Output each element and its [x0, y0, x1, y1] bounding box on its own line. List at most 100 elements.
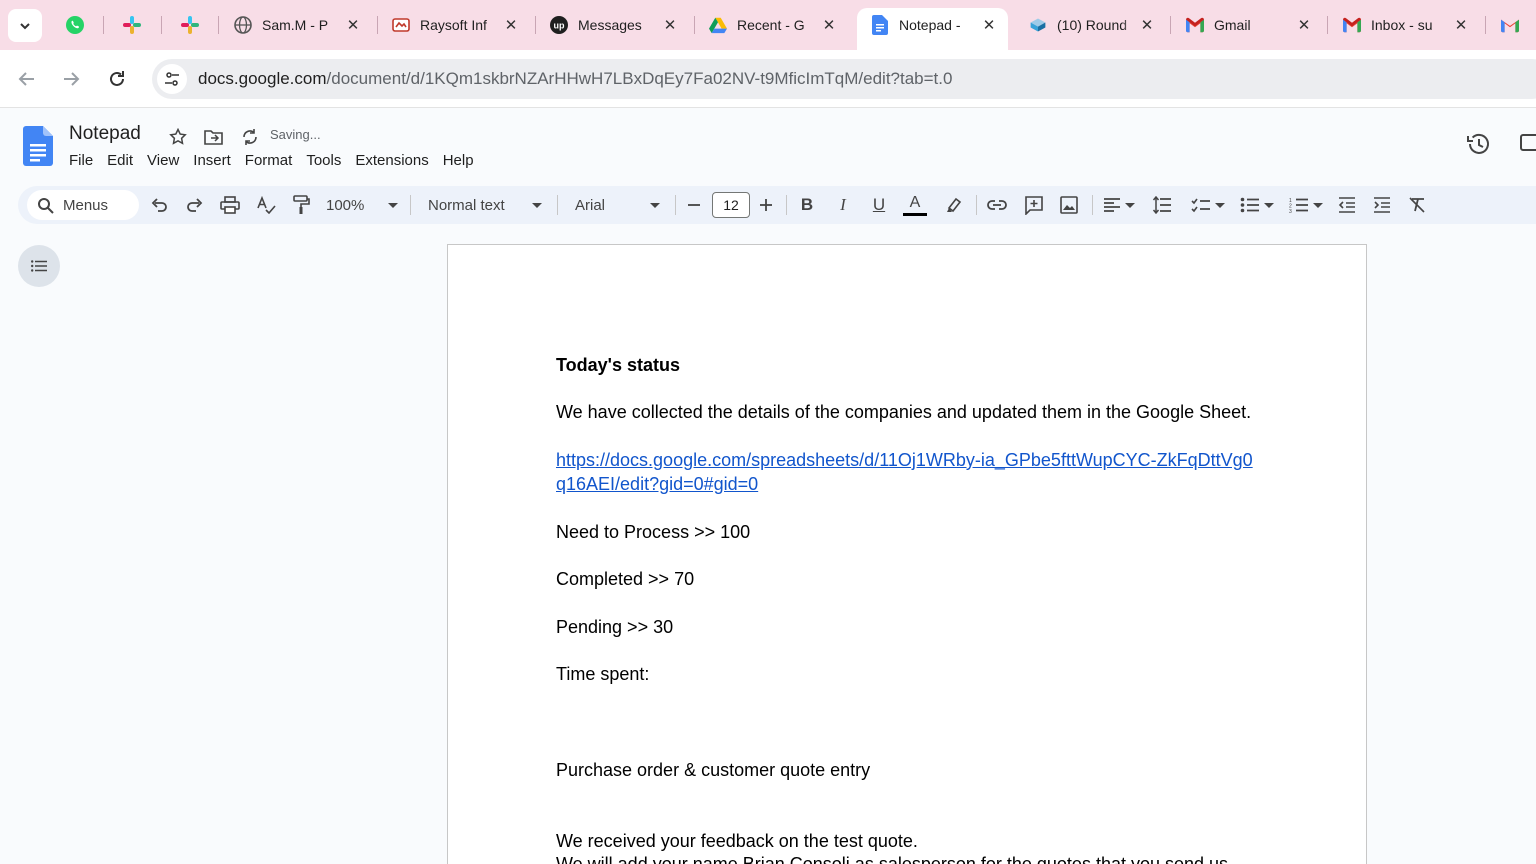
checklist-select[interactable] — [1188, 191, 1228, 219]
tab-title: Raysoft Inf — [420, 17, 487, 33]
globe-icon — [234, 16, 252, 34]
font-family-select[interactable]: Arial — [575, 191, 660, 219]
pinned-tab-whatsapp[interactable] — [52, 9, 98, 41]
highlight-color-button[interactable] — [943, 191, 965, 219]
add-comment-button[interactable] — [1023, 191, 1045, 219]
reload-icon — [110, 71, 124, 86]
line-spacing-button[interactable] — [1151, 191, 1173, 219]
bold-button[interactable]: B — [796, 191, 818, 219]
redo-button[interactable] — [184, 191, 206, 219]
menu-insert[interactable]: Insert — [187, 152, 237, 169]
paragraph-style-select[interactable]: Normal text — [428, 191, 542, 219]
star-button[interactable] — [167, 126, 189, 148]
reload-button[interactable] — [100, 62, 134, 96]
status-heading: Today's status — [556, 355, 680, 375]
print-button[interactable] — [219, 191, 241, 219]
text-color-icon: A — [909, 193, 921, 211]
link-icon — [987, 200, 1007, 210]
close-icon[interactable]: ✕ — [344, 16, 362, 34]
pinned-tab-slack-1[interactable] — [109, 9, 155, 41]
menu-bar: File Edit View Insert Format Tools Exten… — [69, 152, 482, 169]
document-title[interactable]: Notepad — [69, 123, 141, 145]
back-button[interactable] — [10, 62, 44, 96]
version-history-button[interactable] — [1465, 130, 1493, 158]
save-status: Saving... — [270, 127, 321, 142]
tab-gmail-partial[interactable] — [1487, 9, 1536, 41]
tab-title: Gmail — [1214, 17, 1251, 33]
insert-link-button[interactable] — [986, 191, 1008, 219]
menu-format[interactable]: Format — [239, 152, 299, 169]
tab-drive[interactable]: Recent - G ✕ — [695, 9, 848, 41]
document-outline-button[interactable] — [18, 245, 60, 287]
close-icon[interactable]: ✕ — [502, 16, 520, 34]
align-select[interactable] — [1101, 191, 1137, 219]
tab-round[interactable]: (10) Round ✕ — [1015, 9, 1166, 41]
insert-image-button[interactable] — [1058, 191, 1080, 219]
pinned-tab-slack-2[interactable] — [167, 9, 213, 41]
menu-tools[interactable]: Tools — [300, 152, 347, 169]
clear-formatting-button[interactable] — [1406, 191, 1428, 219]
purchase-order-line: Purchase order & customer quote entry — [556, 760, 871, 780]
docs-header: Notepad Saving... File Edit View Insert … — [0, 108, 1536, 186]
tab-gmail[interactable]: Gmail ✕ — [1172, 9, 1323, 41]
folder-move-icon — [204, 130, 223, 145]
address-bar[interactable]: docs.google.com/document/d/1KQm1skbrNZAr… — [152, 59, 1536, 99]
close-icon[interactable]: ✕ — [1295, 16, 1313, 34]
site-info-button[interactable] — [157, 64, 187, 94]
zoom-select[interactable]: 100% — [326, 191, 398, 219]
paint-format-button[interactable] — [290, 191, 312, 219]
tab-sam[interactable]: Sam.M - P ✕ — [220, 9, 372, 41]
comments-button[interactable] — [1518, 132, 1536, 156]
text-color-button[interactable]: A — [903, 191, 927, 219]
menu-file[interactable]: File — [69, 152, 99, 169]
svg-text:up: up — [554, 21, 565, 31]
image-icon — [1060, 196, 1078, 214]
history-icon — [1467, 133, 1489, 154]
tab-title: Notepad - — [899, 16, 961, 33]
close-icon[interactable]: ✕ — [1138, 16, 1156, 34]
tab-search-button[interactable] — [8, 9, 42, 42]
decrease-indent-button[interactable] — [1336, 191, 1358, 219]
tab-inbox[interactable]: Inbox - su ✕ — [1329, 9, 1480, 41]
menu-edit[interactable]: Edit — [101, 152, 139, 169]
browser-toolbar: docs.google.com/document/d/1KQm1skbrNZAr… — [0, 50, 1536, 108]
font-family-value: Arial — [575, 196, 606, 214]
caret-down-icon — [532, 202, 542, 208]
move-button[interactable] — [203, 126, 225, 148]
sync-icon — [243, 129, 257, 145]
need-to-process-line: Need to Process >> 100 — [556, 522, 751, 542]
close-icon[interactable]: ✕ — [820, 16, 838, 34]
browser-tab-strip: Sam.M - P ✕ Raysoft Inf ✕ up Messages ✕ … — [0, 0, 1536, 50]
menu-extensions[interactable]: Extensions — [349, 152, 434, 169]
spreadsheet-link[interactable]: https://docs.google.com/spreadsheets/d/1… — [556, 448, 1261, 496]
spellcheck-button[interactable] — [255, 191, 277, 219]
italic-button[interactable]: I — [832, 191, 854, 219]
bulleted-list-select[interactable] — [1237, 191, 1277, 219]
menu-view[interactable]: View — [141, 152, 185, 169]
tune-icon — [165, 72, 179, 86]
increase-font-size-button[interactable] — [755, 191, 777, 219]
font-size-input[interactable]: 12 — [711, 191, 751, 219]
tab-raysoft[interactable]: Raysoft Inf ✕ — [378, 9, 530, 41]
underline-icon: U — [872, 195, 886, 214]
star-icon — [169, 128, 187, 145]
line-spacing-icon — [1152, 196, 1171, 214]
tab-messages[interactable]: up Messages ✕ — [536, 9, 689, 41]
document-page[interactable]: Today's status We have collected the det… — [447, 244, 1367, 864]
tab-title: Recent - G — [737, 17, 805, 33]
menu-help[interactable]: Help — [437, 152, 480, 169]
menus-search-input[interactable]: Menus — [27, 190, 139, 220]
chevron-down-icon — [20, 22, 30, 29]
numbered-list-select[interactable]: 123 — [1286, 191, 1326, 219]
formatting-toolbar: Menus 100% Normal text Arial 12 B I U A — [18, 186, 1536, 224]
close-icon[interactable]: ✕ — [1452, 16, 1470, 34]
forward-button[interactable] — [54, 62, 88, 96]
undo-button[interactable] — [148, 191, 170, 219]
docs-home-button[interactable] — [23, 126, 53, 171]
underline-button[interactable]: U — [868, 191, 890, 219]
close-icon[interactable]: ✕ — [661, 16, 679, 34]
close-icon[interactable]: ✕ — [980, 16, 998, 34]
tab-notepad-active[interactable]: Notepad - ✕ — [857, 8, 1008, 50]
decrease-font-size-button[interactable] — [683, 191, 705, 219]
increase-indent-button[interactable] — [1371, 191, 1393, 219]
